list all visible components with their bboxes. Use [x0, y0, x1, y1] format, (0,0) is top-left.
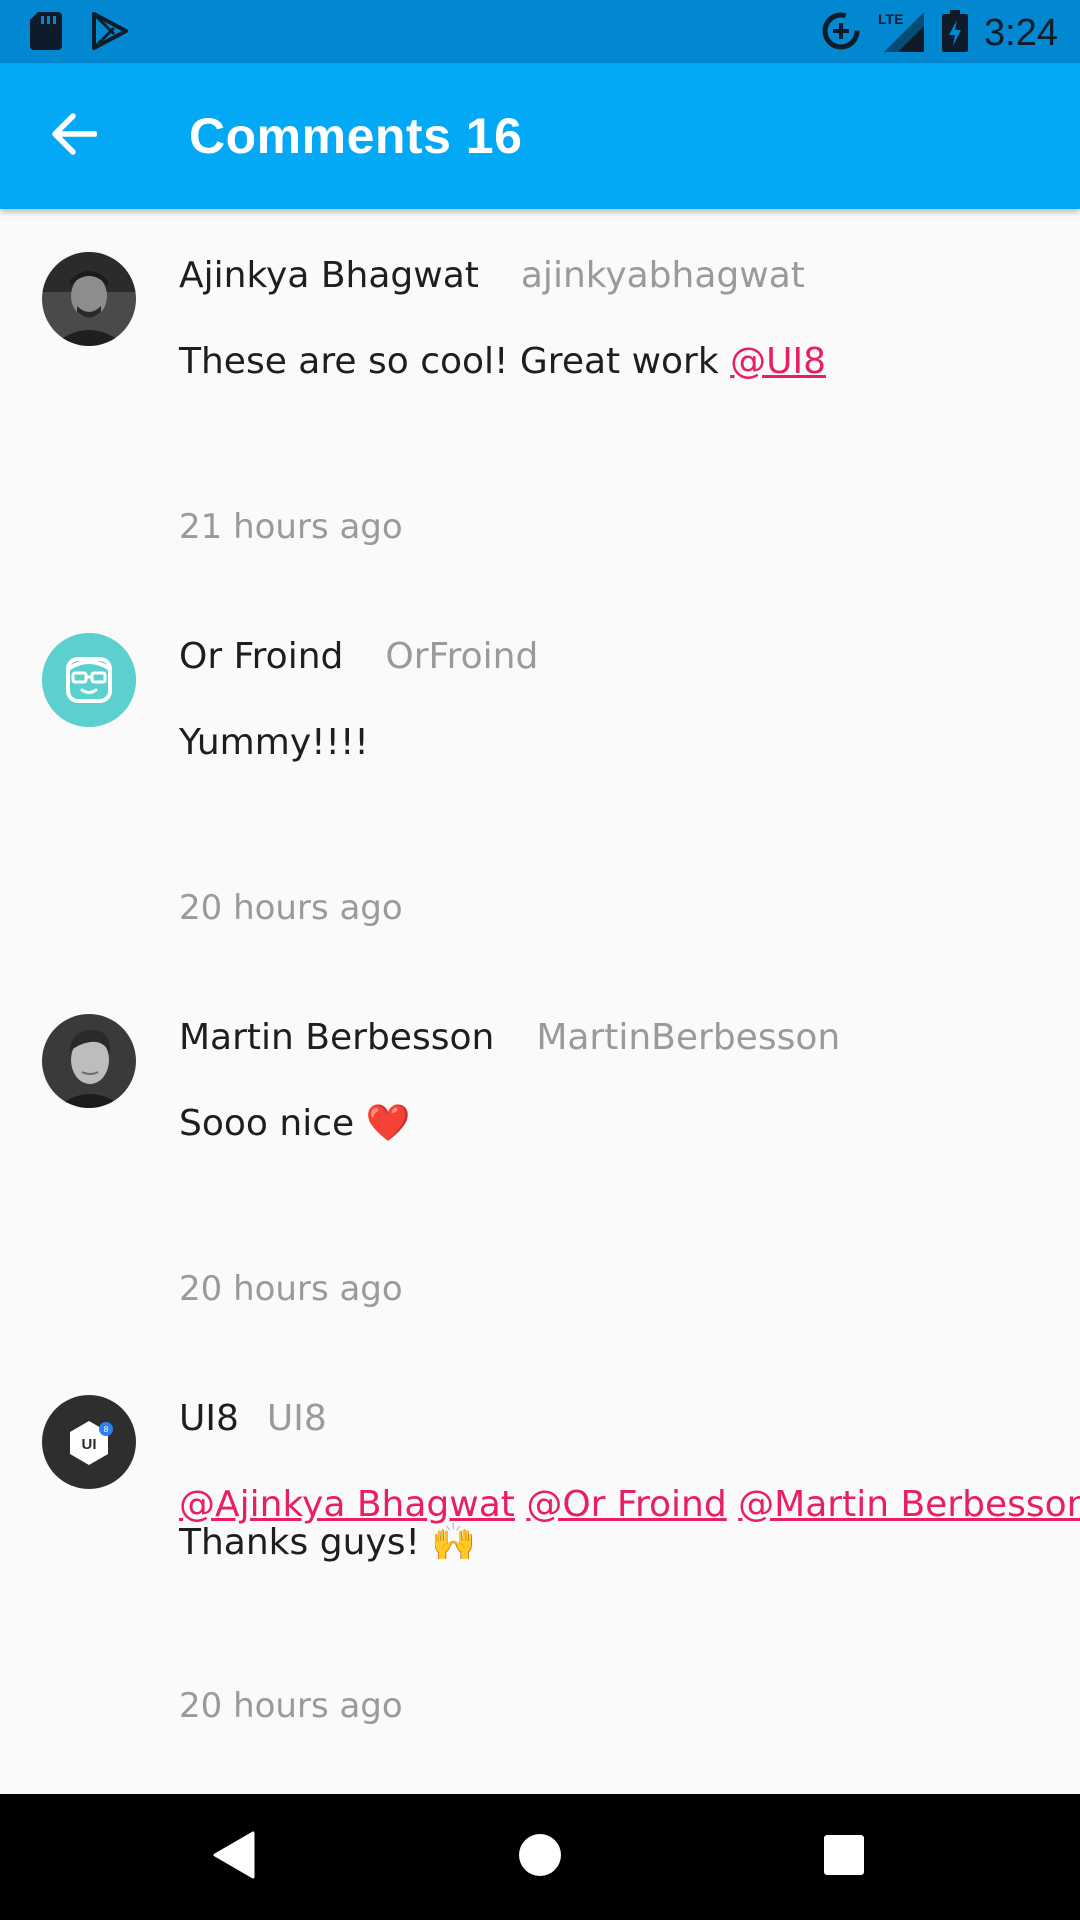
page-title: Comments 16: [189, 108, 523, 164]
navigation-bar: [0, 1794, 1080, 1920]
comment-text: Sooo nice ❤️: [179, 1105, 1039, 1143]
avatar[interactable]: [42, 633, 136, 727]
heart-emoji: ❤️: [365, 1103, 411, 1144]
username[interactable]: UI8: [267, 1398, 327, 1439]
home-circle-icon: [517, 1832, 563, 1882]
svg-text:8: 8: [104, 1425, 109, 1434]
mention-link[interactable]: @UI8: [730, 341, 826, 382]
play-store-icon: [92, 12, 128, 54]
comment-text: These are so cool! Great work @UI8: [179, 343, 1039, 381]
comment-body: Yummy!!!!: [179, 722, 369, 763]
status-bar: LTE 3:24: [0, 0, 1080, 63]
back-button[interactable]: [40, 103, 106, 169]
battery-charging-icon: [942, 10, 969, 56]
display-name[interactable]: Martin Berbesson: [179, 1017, 494, 1058]
comment-header: UI8 UI8: [179, 1398, 327, 1439]
back-triangle-icon: [213, 1831, 257, 1883]
mention-link[interactable]: @Ajinkya Bhagwat: [179, 1484, 515, 1525]
mentions-line: @Ajinkya Bhagwat @Or Froind @Martin Berb…: [179, 1484, 1080, 1525]
comment-timestamp: 20 hours ago: [179, 888, 403, 928]
comment-body: These are so cool! Great work: [179, 341, 731, 382]
username[interactable]: MartinBerbesson: [536, 1017, 840, 1058]
data-saver-icon: [820, 10, 862, 56]
raised-hands-emoji: 🙌: [431, 1522, 477, 1563]
avatar[interactable]: UI 8: [42, 1395, 136, 1489]
username[interactable]: OrFroind: [385, 636, 538, 677]
recents-square-icon: [823, 1834, 865, 1880]
comment-text: Yummy!!!!: [179, 724, 1039, 762]
comment-body-line: Thanks guys! 🙌: [179, 1524, 1039, 1562]
sd-card-icon: [30, 12, 62, 54]
mention-link[interactable]: @Or Froind: [526, 1484, 726, 1525]
username[interactable]: ajinkyabhagwat: [521, 255, 805, 296]
mention-link[interactable]: @Martin Berbesson: [738, 1484, 1080, 1525]
arrow-back-icon: [49, 112, 98, 160]
comment-body: Thanks guys!: [179, 1522, 432, 1563]
comment-header: Or Froind OrFroind: [179, 636, 538, 677]
display-name[interactable]: UI8: [179, 1398, 239, 1439]
comment-header: Martin Berbesson MartinBerbesson: [179, 1017, 840, 1058]
avatar[interactable]: [42, 252, 136, 346]
avatar[interactable]: [42, 1014, 136, 1108]
svg-text:UI: UI: [82, 1436, 97, 1453]
comment-header: Ajinkya Bhagwat ajinkyabhagwat: [179, 255, 805, 296]
status-time: 3:24: [984, 11, 1058, 54]
display-name[interactable]: Ajinkya Bhagwat: [179, 255, 479, 296]
comment-timestamp: 21 hours ago: [179, 507, 403, 547]
nav-back-button[interactable]: [202, 1824, 268, 1890]
nav-home-button[interactable]: [507, 1824, 573, 1890]
comment-body: Sooo nice: [179, 1103, 366, 1144]
svg-text:LTE: LTE: [878, 11, 903, 27]
comment-timestamp: 20 hours ago: [179, 1686, 403, 1726]
comment-text: @Ajinkya Bhagwat @Or Froind @Martin Berb…: [179, 1484, 1080, 1562]
lte-signal-icon: LTE: [878, 8, 926, 58]
app-bar: Comments 16: [0, 63, 1080, 209]
display-name[interactable]: Or Froind: [179, 636, 343, 677]
comment-timestamp: 20 hours ago: [179, 1269, 403, 1309]
nav-recents-button[interactable]: [811, 1824, 877, 1890]
